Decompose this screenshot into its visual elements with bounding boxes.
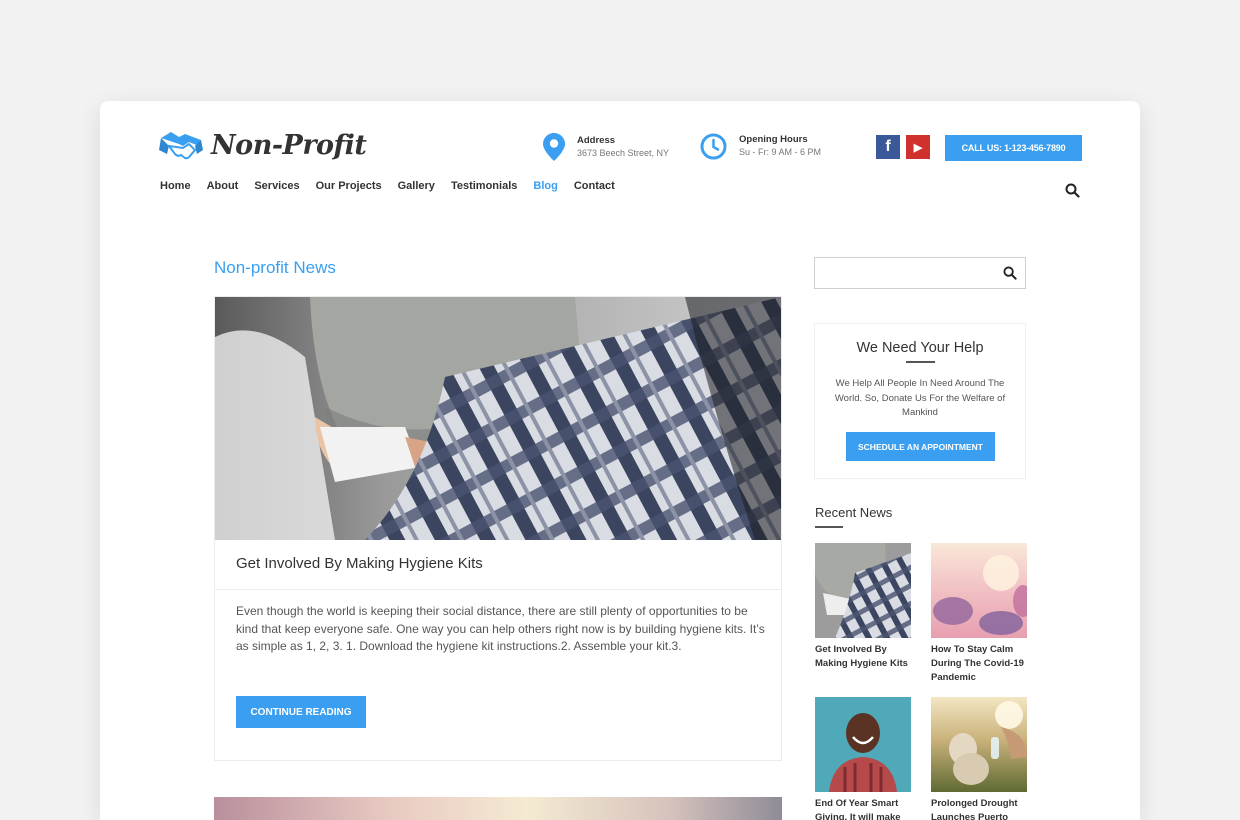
clock-icon	[700, 133, 727, 160]
divider	[906, 361, 935, 363]
post-image[interactable]	[215, 297, 781, 540]
nav-item-services[interactable]: Services	[254, 180, 299, 192]
search-input[interactable]	[821, 258, 995, 288]
nav-item-our-projects[interactable]: Our Projects	[316, 180, 382, 192]
hours-title: Opening Hours	[739, 134, 808, 145]
nav-item-home[interactable]: Home	[160, 180, 191, 192]
address-title: Address	[577, 134, 616, 146]
help-title: We Need Your Help	[856, 340, 984, 356]
page-title: Non-profit News	[214, 258, 336, 277]
recent-news-caption[interactable]: End Of Year Smart Giving. It will make	[815, 797, 911, 820]
post-title[interactable]: Get Involved By Making Hygiene Kits	[236, 555, 483, 572]
hours-info: Opening Hours Su - Fr: 9 AM - 6 PM	[700, 133, 821, 160]
help-widget: We Need Your Help We Help All People In …	[814, 323, 1026, 479]
handshake-icon	[159, 132, 203, 160]
recent-news-image[interactable]	[815, 543, 911, 638]
call-us-button[interactable]: CALL US: 1-123-456-7890	[945, 135, 1082, 161]
post-excerpt: Even though the world is keeping their s…	[236, 604, 765, 653]
address-info: Address 3673 Beech Street, NY	[543, 133, 669, 161]
recent-news-title: Recent News	[815, 505, 893, 520]
search-icon[interactable]	[1003, 266, 1017, 285]
divider	[215, 589, 781, 590]
facebook-icon[interactable]: f	[876, 135, 900, 159]
blog-post: Get Involved By Making Hygiene Kits Even…	[214, 296, 782, 761]
recent-news-item[interactable]: Get Involved By Making Hygiene Kits	[815, 543, 911, 671]
nav-item-about[interactable]: About	[207, 180, 239, 192]
recent-news-image[interactable]	[931, 543, 1027, 638]
help-text: We Help All People In Need Around The Wo…	[834, 378, 1006, 418]
address-value: 3673 Beech Street, NY	[577, 147, 670, 158]
site-logo[interactable]: Non-Profit	[159, 127, 367, 163]
recent-news-caption[interactable]: Get Involved By Making Hygiene Kits	[815, 643, 911, 671]
nav-item-testimonials[interactable]: Testimonials	[451, 180, 517, 192]
nav-item-contact[interactable]: Contact	[574, 180, 615, 192]
page-card: Non-Profit Address 3673 Beech Street, NY…	[100, 101, 1140, 820]
nav-search-icon[interactable]	[1065, 183, 1080, 203]
recent-news-caption[interactable]: Prolonged Drought Launches Puerto	[931, 797, 1027, 820]
divider	[815, 526, 843, 528]
nav-item-blog[interactable]: Blog	[533, 180, 557, 192]
youtube-glyph: ▶	[913, 141, 923, 154]
logo-text: Non-Profit	[211, 129, 367, 161]
next-post-image[interactable]	[214, 797, 782, 820]
recent-news-image[interactable]	[931, 697, 1027, 792]
recent-news-item[interactable]: End Of Year Smart Giving. It will make	[815, 697, 911, 820]
sidebar-search	[814, 257, 1026, 289]
recent-news-image[interactable]	[815, 697, 911, 792]
youtube-icon[interactable]: ▶	[906, 135, 930, 159]
facebook-glyph: f	[885, 138, 891, 155]
main-nav: Home About Services Our Projects Gallery…	[160, 180, 631, 192]
recent-news-item[interactable]: How To Stay Calm During The Covid-19 Pan…	[931, 543, 1027, 685]
map-pin-icon	[543, 133, 565, 161]
nav-item-gallery[interactable]: Gallery	[398, 180, 435, 192]
schedule-appointment-button[interactable]: SCHEDULE AN APPOINTMENT	[846, 432, 995, 461]
recent-news-item[interactable]: Prolonged Drought Launches Puerto	[931, 697, 1027, 820]
hours-value: Su - Fr: 9 AM - 6 PM	[739, 147, 822, 157]
recent-news-caption[interactable]: How To Stay Calm During The Covid-19 Pan…	[931, 643, 1027, 685]
continue-reading-button[interactable]: CONTINUE READING	[236, 696, 366, 728]
